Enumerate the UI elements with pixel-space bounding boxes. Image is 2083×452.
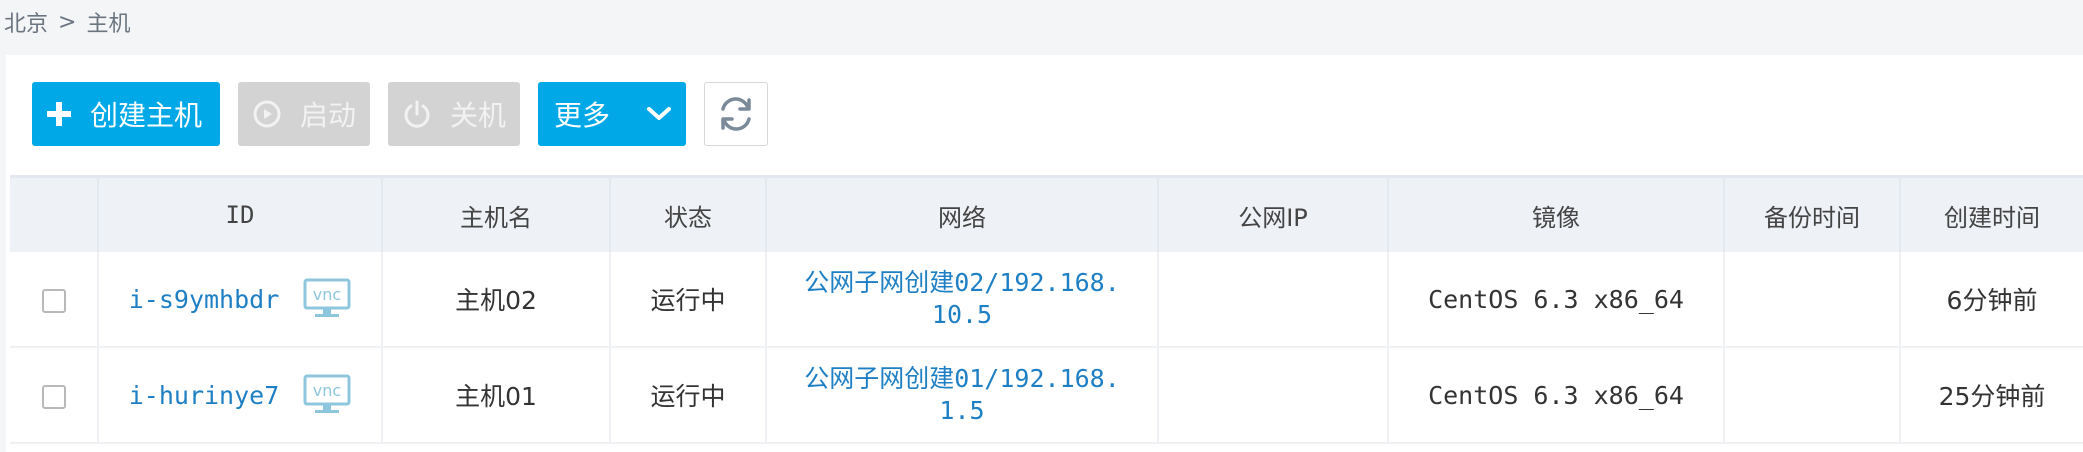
network-link[interactable]: 公网子网创建02/192.168.10.5 [802, 267, 1122, 331]
column-header-public-ip[interactable]: 公网IP [1157, 175, 1388, 252]
hosts-table: ID 主机名 状态 网络 公网IP 镜像 备份时间 创建时间 i-s9ymhbd… [10, 175, 2083, 444]
toolbar: 创建主机 启动 关机 更多 [32, 82, 768, 146]
row-checkbox[interactable] [41, 288, 66, 313]
row-checkbox[interactable] [41, 384, 66, 409]
table-header-row: ID 主机名 状态 网络 公网IP 镜像 备份时间 创建时间 [10, 175, 2083, 252]
breadcrumb-current: 主机 [86, 12, 131, 37]
created-time-cell: 25分钟前 [1899, 347, 2083, 444]
image-cell: CentOS 6.3 x86_64 [1387, 347, 1724, 444]
id-cell: i-hurinye7 vnc [97, 347, 382, 444]
host-id-link[interactable]: i-s9ymhbdr [129, 285, 280, 314]
backup-time-cell [1723, 347, 1900, 444]
public-ip-cell [1157, 347, 1388, 444]
status-cell: 运行中 [609, 252, 766, 348]
table-row[interactable]: i-hurinye7 vnc 主机01 运行中 公网子网创建01/192.168… [10, 347, 2083, 444]
row-select-cell [10, 252, 98, 348]
create-host-button[interactable]: 创建主机 [32, 82, 220, 146]
column-header-backup-time[interactable]: 备份时间 [1723, 175, 1900, 252]
network-cell: 公网子网创建02/192.168.10.5 [765, 252, 1158, 348]
table-row[interactable]: i-s9ymhbdr vnc 主机02 运行中 公网子网创建02/192.168… [10, 252, 2083, 348]
more-dropdown-button[interactable]: 更多 [538, 82, 686, 146]
vnc-icon[interactable]: vnc [303, 278, 351, 320]
breadcrumb-root[interactable]: 北京 [4, 6, 48, 38]
column-header-image[interactable]: 镜像 [1387, 175, 1724, 252]
hostname-cell: 主机01 [381, 347, 610, 444]
breadcrumb: 北京 > 主机 [4, 4, 130, 40]
hostname-cell: 主机02 [381, 252, 610, 348]
create-host-label: 创建主机 [90, 99, 203, 132]
plus-icon [46, 101, 72, 127]
network-cell: 公网子网创建01/192.168.1.5 [765, 347, 1158, 444]
row-select-cell [10, 347, 98, 444]
id-cell: i-s9ymhbdr vnc [97, 252, 382, 348]
status-cell: 运行中 [609, 347, 766, 444]
shutdown-label: 关机 [450, 99, 507, 132]
column-header-hostname[interactable]: 主机名 [381, 175, 610, 252]
public-ip-cell [1157, 252, 1388, 348]
power-icon [402, 99, 432, 129]
svg-text:vnc: vnc [313, 381, 341, 400]
host-id-link[interactable]: i-hurinye7 [129, 381, 280, 410]
vnc-icon[interactable]: vnc [303, 374, 351, 416]
column-header-id[interactable]: ID [97, 175, 382, 252]
column-header-status[interactable]: 状态 [609, 175, 766, 252]
breadcrumb-separator: > [58, 9, 77, 35]
backup-time-cell [1723, 252, 1900, 348]
hosts-panel: 创建主机 启动 关机 更多 ID 主机名 状态 网络 公网IP 镜像 备份时间 … [6, 55, 2083, 452]
column-header-created-time[interactable]: 创建时间 [1899, 175, 2083, 252]
play-circle-icon [252, 99, 282, 129]
image-cell: CentOS 6.3 x86_64 [1387, 252, 1724, 348]
start-label: 启动 [300, 99, 357, 132]
start-button[interactable]: 启动 [238, 82, 370, 146]
refresh-icon [714, 92, 758, 136]
select-all-column-header [10, 175, 98, 252]
created-time-cell: 6分钟前 [1899, 252, 2083, 348]
svg-text:vnc: vnc [313, 285, 341, 304]
column-header-network[interactable]: 网络 [765, 175, 1158, 252]
refresh-button[interactable] [704, 82, 768, 146]
more-label: 更多 [554, 99, 611, 132]
network-link[interactable]: 公网子网创建01/192.168.1.5 [802, 363, 1122, 427]
shutdown-button[interactable]: 关机 [388, 82, 520, 146]
chevron-down-icon [646, 105, 672, 123]
